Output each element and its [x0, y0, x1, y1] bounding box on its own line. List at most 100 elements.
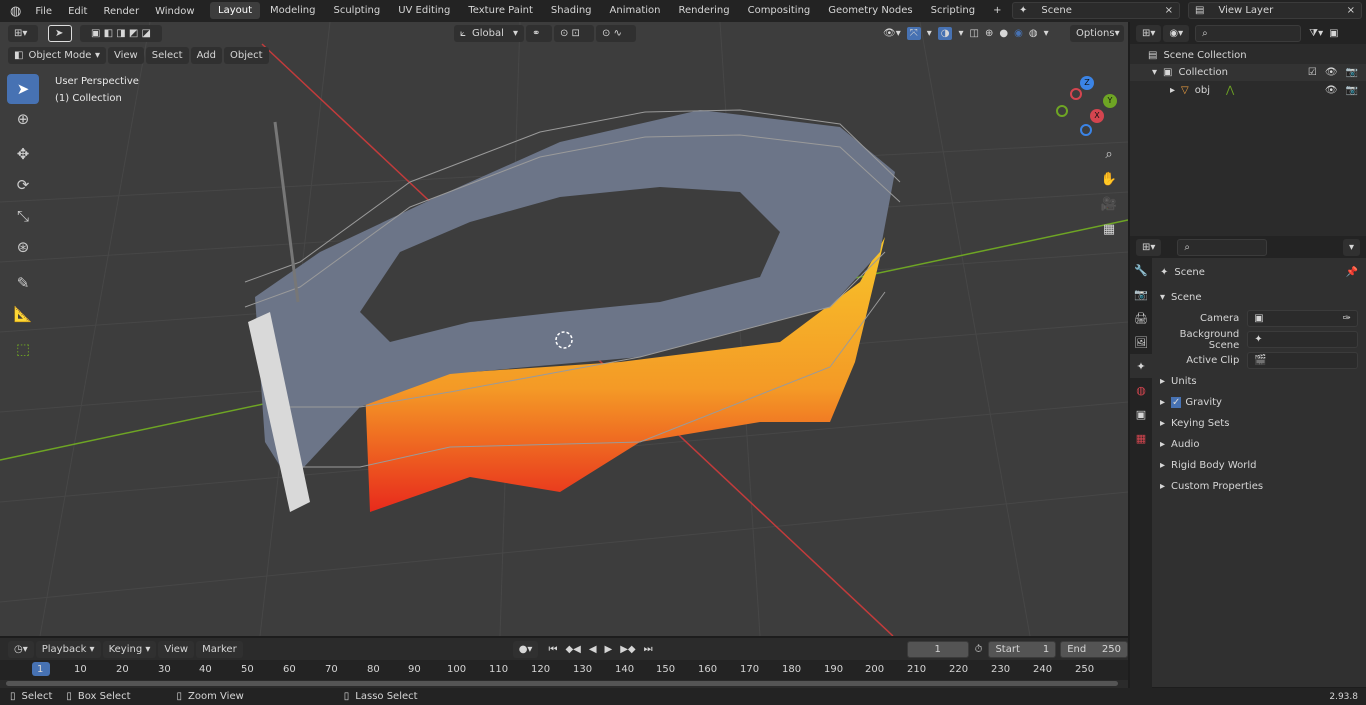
menu-playback[interactable]: Playback ▾ [35, 640, 101, 658]
stopwatch-icon[interactable]: ⏱ [975, 644, 983, 655]
scene-selector[interactable]: ✦ Scene × [1012, 2, 1180, 19]
menu-marker[interactable]: Marker [196, 640, 243, 658]
tab-rendering[interactable]: Rendering [671, 2, 738, 19]
select-tool-button[interactable]: ➤ [48, 24, 72, 42]
wireframe-shading-icon[interactable]: ⊕ [985, 28, 993, 39]
pivot-point-button[interactable]: ⚭ [526, 24, 552, 42]
active-clip-field[interactable]: 🎬 [1247, 352, 1358, 369]
menu-file[interactable]: File [27, 6, 60, 17]
tab-compositing[interactable]: Compositing [740, 2, 819, 19]
render-tab-icon[interactable]: 📷 [1130, 282, 1152, 306]
menu-select[interactable]: Select [145, 46, 189, 64]
scene-tab-icon[interactable]: ✦ [1130, 354, 1152, 378]
outliner-search-input[interactable]: ⌕ [1195, 24, 1302, 42]
eye-icon[interactable]: 👁 [1325, 67, 1338, 78]
tab-geometry-nodes[interactable]: Geometry Nodes [820, 2, 920, 19]
ortho-grid-icon[interactable]: ▦ [1099, 217, 1119, 242]
editor-type-button[interactable]: ⊞▾ [8, 24, 38, 42]
rendered-shading-icon[interactable]: ◍ [1029, 28, 1038, 39]
chevron-right-icon[interactable]: ▸ [1170, 85, 1175, 96]
overlays-toggle-icon[interactable]: ◑ [937, 26, 953, 40]
tab-animation[interactable]: Animation [602, 2, 669, 19]
timeline-ruler[interactable]: 1 10 20 30 40 50 60 70 80 90 100 110 120… [0, 660, 1128, 680]
camera-icon[interactable]: 📷 [1346, 85, 1358, 96]
background-scene-field[interactable]: ✦ [1247, 331, 1358, 348]
start-frame-field[interactable]: Start 1 [988, 640, 1057, 658]
select-mode-buttons[interactable]: ▣ ◧ ◨ ◩ ◪ [80, 24, 162, 42]
panel-units[interactable]: ▸ Units [1160, 371, 1358, 392]
tab-sculpting[interactable]: Sculpting [326, 2, 389, 19]
view-layer-tab-icon[interactable]: 🖼 [1130, 330, 1152, 354]
menu-object[interactable]: Object [223, 46, 269, 64]
eyedropper-icon[interactable]: ✑ [1343, 313, 1351, 324]
jump-end-icon[interactable]: ⏭ [644, 644, 653, 655]
tab-modeling[interactable]: Modeling [262, 2, 324, 19]
menu-keying[interactable]: Keying ▾ [102, 640, 157, 658]
neg-x-axis-handle[interactable] [1070, 88, 1082, 100]
select-box-tool[interactable]: ➤ [7, 74, 39, 104]
editor-type-icon[interactable]: ⊞▾ [1136, 24, 1162, 42]
scale-tool[interactable]: ⤡ [7, 201, 39, 231]
output-tab-icon[interactable]: 🖨 [1130, 306, 1152, 330]
solid-shading-icon[interactable]: ● [999, 28, 1008, 39]
y-axis-handle[interactable]: Y [1103, 94, 1117, 108]
neg-y-axis-handle[interactable] [1056, 105, 1068, 117]
chevron-down-icon[interactable]: ▾ [927, 28, 932, 39]
jump-start-icon[interactable]: ⏮ [548, 644, 557, 655]
neg-z-axis-handle[interactable] [1080, 124, 1092, 136]
current-frame-field[interactable]: 1 [906, 640, 969, 658]
panel-custom-properties[interactable]: ▸ Custom Properties [1160, 476, 1358, 497]
texture-tab-icon[interactable]: ▦ [1130, 426, 1152, 450]
checkbox-icon[interactable]: ☑ [1308, 67, 1317, 78]
play-icon[interactable]: ▶ [605, 644, 613, 655]
menu-view[interactable]: View [108, 46, 144, 64]
tab-uv-editing[interactable]: UV Editing [390, 2, 458, 19]
z-axis-handle[interactable]: Z [1080, 76, 1094, 90]
options-button[interactable]: Options ▾ [1070, 25, 1124, 42]
filter-icon[interactable]: ⧩▾ [1309, 28, 1323, 39]
outliner-row-object[interactable]: ▸ ▽ obj ⋀ 👁 📷 [1130, 82, 1366, 99]
menu-render[interactable]: Render [95, 6, 147, 17]
panel-scene-header[interactable]: ▾ Scene [1160, 287, 1358, 308]
tab-scripting[interactable]: Scripting [923, 2, 983, 19]
camera-icon[interactable]: 📷 [1346, 67, 1358, 78]
end-frame-field[interactable]: End 250 [1060, 640, 1129, 658]
proportional-editing-button[interactable]: ⊙ ∿ [596, 24, 636, 42]
menu-view[interactable]: View [158, 640, 195, 658]
xray-icon[interactable]: ◫ [970, 28, 979, 39]
world-tab-icon[interactable]: ◍ [1130, 378, 1152, 402]
panel-gravity[interactable]: ▸ ✓ Gravity [1160, 392, 1358, 413]
chevron-down-icon[interactable]: ▾ [1342, 238, 1360, 256]
material-shading-icon[interactable]: ◉ [1014, 28, 1023, 39]
close-icon[interactable]: × [1165, 5, 1173, 16]
panel-audio[interactable]: ▸ Audio [1160, 434, 1358, 455]
gizmo-toggle-icon[interactable]: ⤧ [906, 26, 921, 40]
cursor-tool[interactable]: ⊕ [7, 104, 39, 134]
menu-window[interactable]: Window [147, 6, 202, 17]
annotate-tool[interactable]: ✎ [7, 268, 39, 298]
timeline-scrollbar[interactable] [6, 681, 1118, 686]
chevron-down-icon[interactable]: ▾ [1152, 67, 1157, 78]
collection-tab-icon[interactable]: ▣ [1130, 402, 1152, 426]
rotate-tool[interactable]: ⟳ [7, 170, 39, 200]
pan-hand-icon[interactable]: ✋ [1099, 167, 1119, 192]
panel-keying-sets[interactable]: ▸ Keying Sets [1160, 413, 1358, 434]
blender-logo-icon[interactable]: ◍ [0, 4, 27, 19]
next-keyframe-icon[interactable]: ▶◆ [620, 644, 635, 655]
play-reverse-icon[interactable]: ◀ [589, 644, 597, 655]
pin-icon[interactable]: 📌 [1346, 267, 1358, 278]
chevron-down-icon[interactable]: ▾ [1044, 28, 1049, 39]
new-collection-icon[interactable]: ▣ [1329, 28, 1338, 39]
visibility-icon[interactable]: 👁▾ [883, 28, 901, 39]
eye-icon[interactable]: 👁 [1325, 85, 1338, 96]
outliner-row-collection[interactable]: ▾ ▣ Collection ☑ 👁 📷 [1130, 64, 1366, 81]
display-mode-icon[interactable]: ◉▾ [1163, 24, 1190, 42]
tab-shading[interactable]: Shading [543, 2, 600, 19]
camera-field[interactable]: ▣ ✑ [1247, 310, 1358, 327]
transform-orientation-dropdown[interactable]: ⟀ Global ▾ [454, 24, 524, 42]
editor-type-icon[interactable]: ⊞▾ [1136, 238, 1162, 256]
outliner-row-scene-collection[interactable]: ▤ Scene Collection [1148, 50, 1247, 61]
editor-type-icon[interactable]: ◷▾ [8, 640, 34, 658]
measure-tool[interactable]: 📐 [7, 299, 39, 329]
properties-search-input[interactable]: ⌕ [1177, 238, 1268, 256]
